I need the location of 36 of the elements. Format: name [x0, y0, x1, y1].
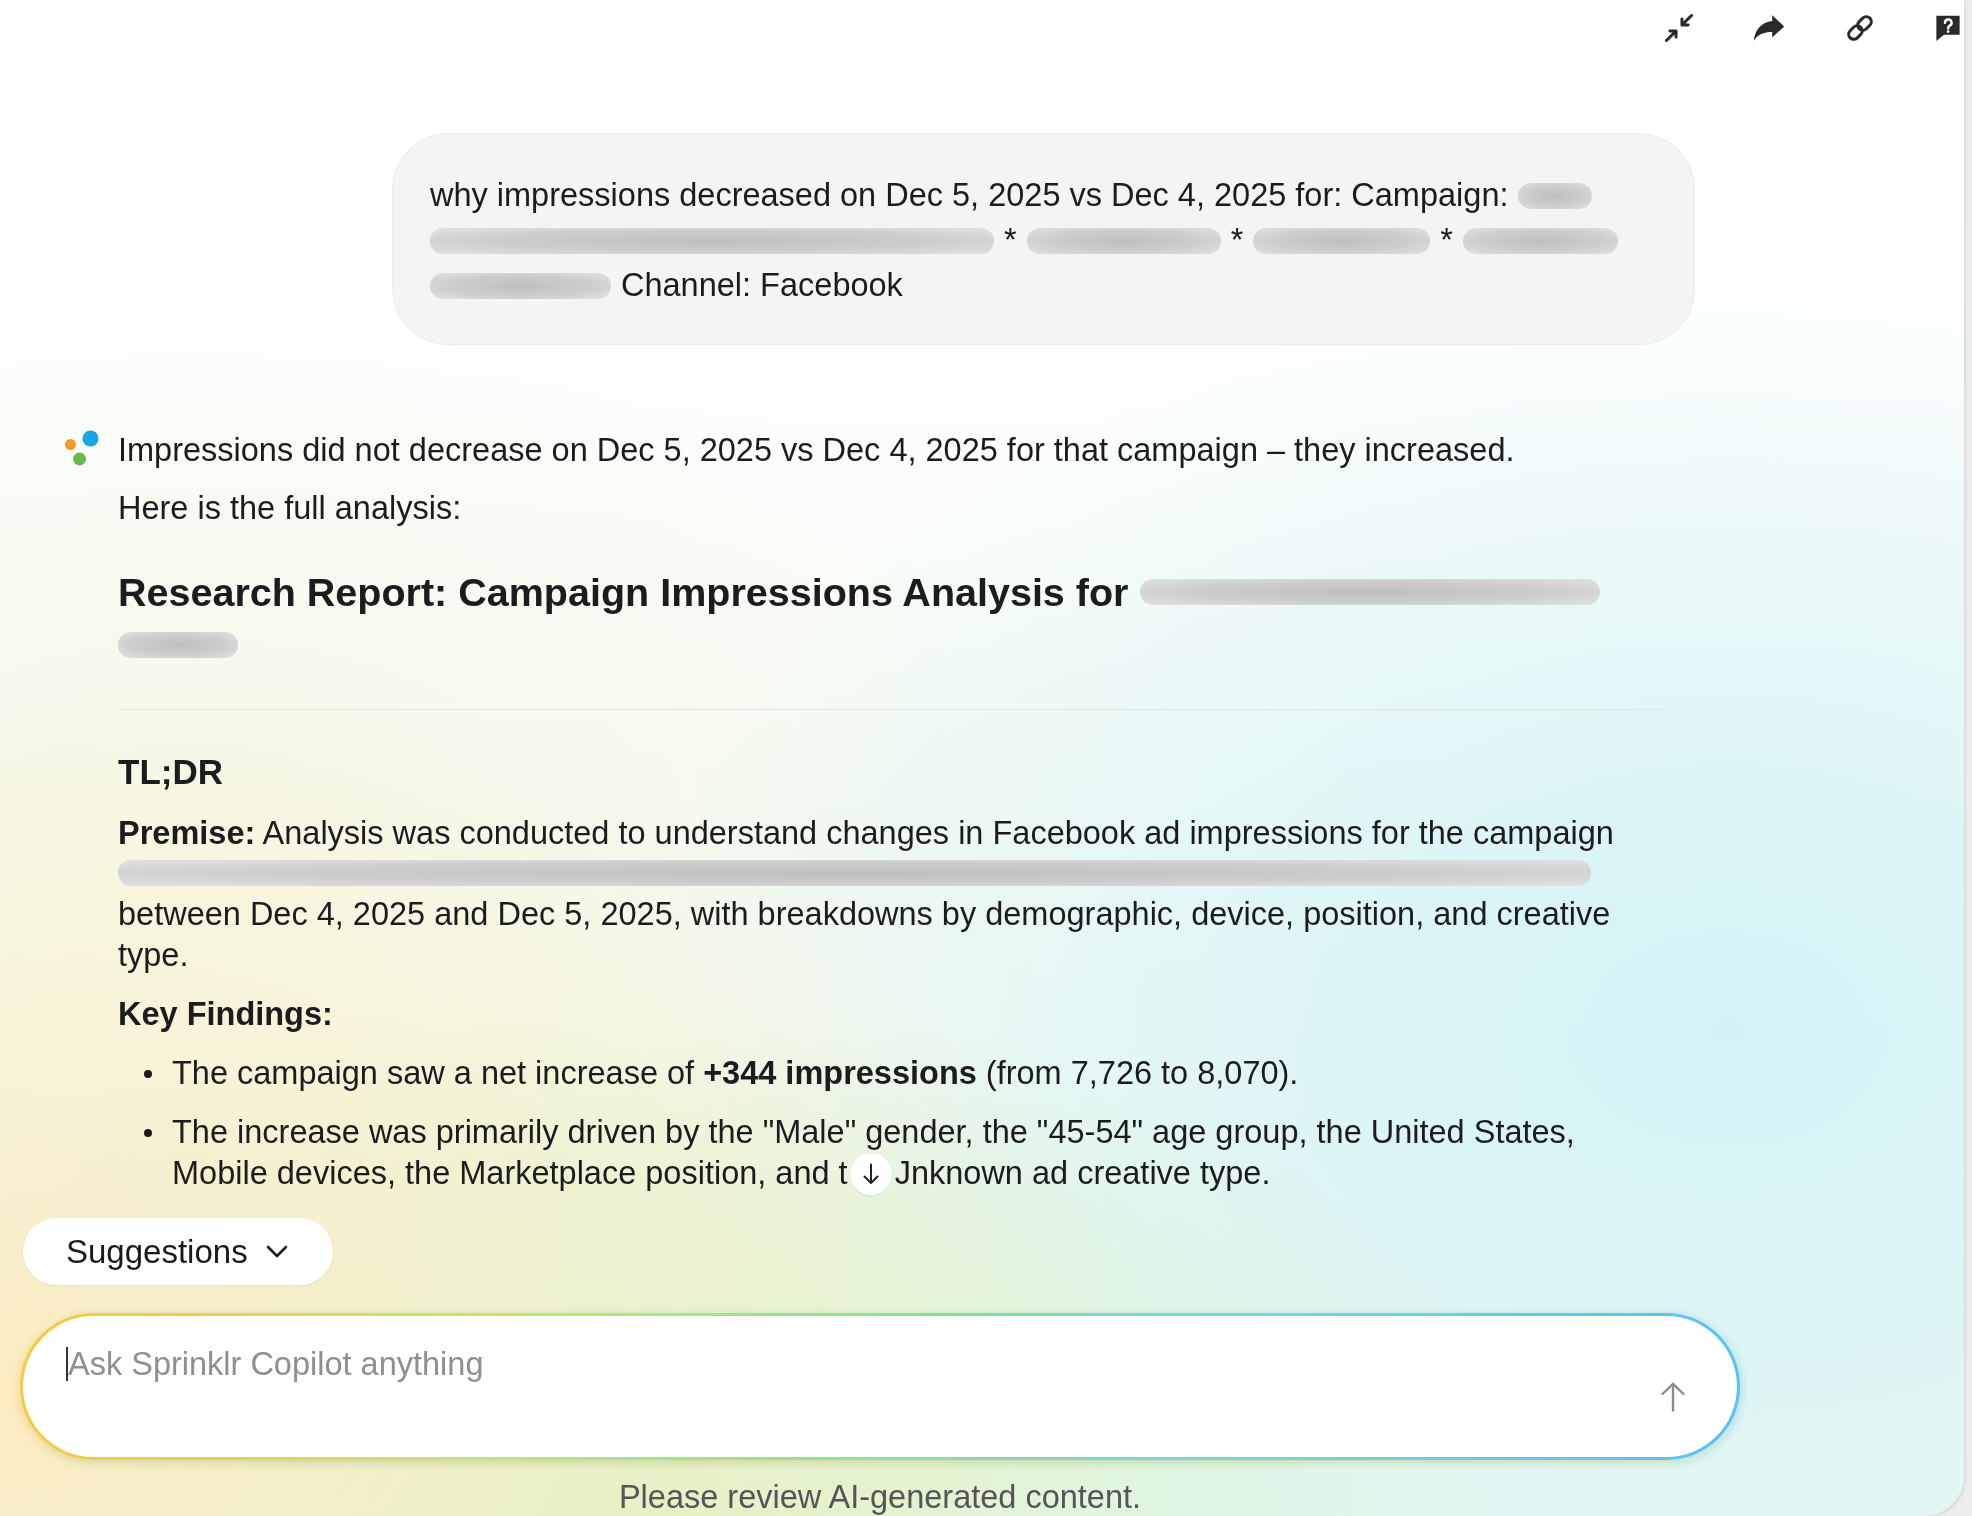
share-icon	[1753, 14, 1785, 42]
bullet-icon	[144, 1129, 152, 1137]
help-button[interactable]	[1935, 14, 1961, 42]
arrow-down-icon	[862, 1162, 879, 1185]
message-text: *	[1004, 222, 1017, 259]
arrow-up-icon	[1661, 1381, 1685, 1412]
report-title: Research Report: Campaign Impressions Analysis for	[118, 569, 1129, 616]
suggestions-button[interactable]: Suggestions	[23, 1218, 333, 1285]
list-item-text: The campaign saw a net increase of +344 impressions (from 7,726 to 8,070).	[172, 1054, 1299, 1093]
text-cursor-icon	[66, 1347, 68, 1381]
message-text: why impressions decreased on Dec 5, 2025 vs Dec 4, 2025 for: Campaign:	[430, 177, 1509, 214]
disclaimer-text: Please review AI-generated content.	[617, 1480, 1143, 1514]
subheading-text: Key Findings:	[118, 995, 334, 1034]
help-bubble-icon	[1935, 14, 1961, 42]
chat-input[interactable]: Ask Sprinklr Copilot anything	[68, 1344, 1641, 1432]
message-text: Channel: Facebook	[621, 267, 903, 304]
chevron-down-icon	[265, 1245, 288, 1258]
message-text: *	[1230, 222, 1244, 259]
answer-text: Here is the full analysis:	[118, 489, 463, 528]
section-heading: TL;DR	[118, 751, 224, 793]
dots-logo-icon	[64, 430, 100, 466]
list-item-text: Jnknown ad creative type.	[894, 1154, 1271, 1193]
paragraph-text: Premise: Analysis was conducted to understand changes in Facebook ad impressions for the campaign	[118, 814, 1615, 853]
list-item-text: The increase was primarily driven by the "Male" gender, the "45-54" age group, the United States,	[172, 1113, 1575, 1152]
collapse-button[interactable]	[1665, 14, 1693, 42]
scroll-down-button[interactable]	[849, 1152, 892, 1195]
send-button[interactable]	[1661, 1381, 1685, 1412]
message-text: *	[1440, 222, 1453, 259]
paragraph-text: between Dec 4, 2025 and Dec 5, 2025, with breakdowns by demographic, device, position, and creative type.	[118, 895, 1612, 975]
link-button[interactable]	[1845, 13, 1875, 43]
bullet-icon	[144, 1070, 152, 1078]
share-button[interactable]	[1753, 14, 1785, 42]
answer-text: Impressions did not decrease on Dec 5, 2025 vs Dec 4, 2025 for that campaign – they increased.	[118, 431, 1516, 470]
link-icon	[1845, 13, 1875, 43]
collapse-icon	[1665, 14, 1693, 42]
list-item-text: Mobile devices, the Marketplace position, and t	[172, 1154, 848, 1193]
